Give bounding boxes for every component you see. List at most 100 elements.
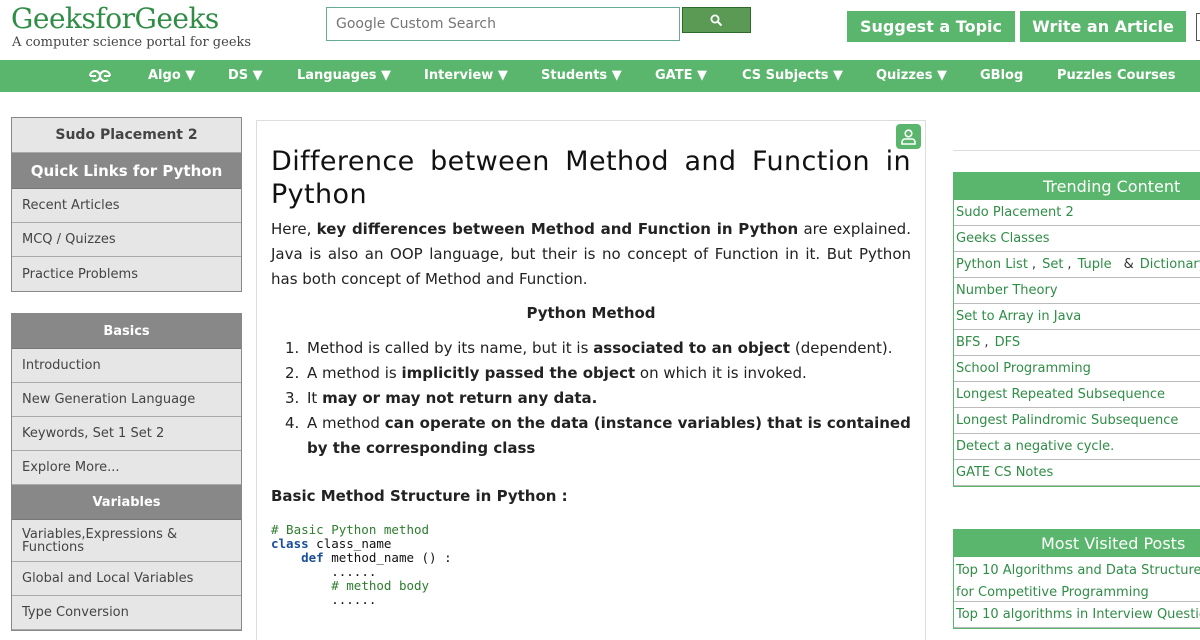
list-item: 2. A method is implicitly passed the obje… <box>271 361 911 386</box>
main-nav: Algo ▼ DS ▼ Languages ▼ Interview ▼ Stud… <box>0 60 1200 92</box>
list-text-bold: can operate on the data (instance variab… <box>307 414 911 457</box>
search-input[interactable] <box>327 8 679 40</box>
list-text-bold: may or may not return any data. <box>322 389 598 407</box>
nav-languages[interactable]: Languages ▼ <box>297 60 391 92</box>
article-title: Difference between Method and Function i… <box>271 146 911 210</box>
site-logo[interactable]: GeeksforGeeks <box>11 2 219 35</box>
list-item: 3. It may or may not return any data. <box>271 386 911 411</box>
trending-item[interactable]: Longest Repeated Subsequence <box>954 382 1200 408</box>
trending-item[interactable]: School Programming <box>954 356 1200 382</box>
trending-item[interactable]: Sudo Placement 2 <box>954 200 1200 226</box>
list-text: on which it is invoked. <box>635 364 807 382</box>
list-text-bold: associated to an object <box>593 339 791 357</box>
article-container: Difference between Method and Function i… <box>256 120 926 640</box>
sidebar-item-practice-problems[interactable]: Practice Problems <box>12 257 241 291</box>
sidebar-item-variables-expressions[interactable]: Variables,Expressions & Functions <box>12 520 241 562</box>
list-number: 1. <box>285 339 300 357</box>
code-text: method_name () : <box>323 550 452 565</box>
sidebar-item-type-conversion[interactable]: Type Conversion <box>12 596 241 630</box>
trending-item-python-collections: Python List, Set, Tuple & Dictionary <box>954 252 1200 278</box>
header-overflow-button[interactable] <box>1196 13 1200 41</box>
right-divider <box>953 150 1200 151</box>
sidebar-item-sudo-placement[interactable]: Sudo Placement 2 <box>12 118 241 153</box>
trending-item[interactable]: GATE CS Notes <box>954 460 1200 486</box>
python-list-link[interactable]: Python List <box>956 257 1028 272</box>
search-box[interactable] <box>326 7 680 41</box>
sidebar-item-new-generation-language[interactable]: New Generation Language <box>12 383 241 417</box>
trending-item[interactable]: Number Theory <box>954 278 1200 304</box>
separator: , <box>984 335 989 350</box>
bfs-link[interactable]: BFS <box>956 335 980 350</box>
trending-item[interactable]: Set to Array in Java <box>954 304 1200 330</box>
separator: , <box>1067 257 1072 272</box>
article-intro: Here, key differences between Method and… <box>271 217 911 292</box>
nav-gblog[interactable]: GBlog <box>980 60 1023 92</box>
trending-item[interactable]: Longest Palindromic Subsequence <box>954 408 1200 434</box>
trending-item[interactable]: Detect a negative cycle. <box>954 434 1200 460</box>
sidebar-item-recent-articles[interactable]: Recent Articles <box>12 189 241 223</box>
left-sidebar: Sudo Placement 2 Quick Links for Python … <box>11 117 242 631</box>
sidebar-item-global-local-variables[interactable]: Global and Local Variables <box>12 562 241 596</box>
keywords-set1-link[interactable]: Set 1 <box>93 426 127 441</box>
search-button[interactable] <box>682 7 751 33</box>
list-text: A method <box>307 414 385 432</box>
tuple-link[interactable]: Tuple <box>1078 257 1112 272</box>
separator: , <box>1031 257 1037 272</box>
list-text: A method is <box>307 364 402 382</box>
sidebar-item-explore-more[interactable]: Explore More... <box>12 451 241 485</box>
list-text: Method is called by its name, but it is <box>307 339 594 357</box>
code-text: class_name <box>308 536 392 551</box>
search-icon <box>710 14 723 26</box>
list-item: 1. Method is called by its name, but it i… <box>271 336 911 361</box>
sidebar-item-introduction[interactable]: Introduction <box>12 349 241 383</box>
nav-cs-subjects[interactable]: CS Subjects ▼ <box>742 60 843 92</box>
write-article-button[interactable]: Write an Article <box>1020 11 1186 42</box>
trending-item-bfs-dfs: BFS, DFS <box>954 330 1200 356</box>
list-number: 2. <box>285 364 300 382</box>
dfs-link[interactable]: DFS <box>995 335 1021 350</box>
list-text: (dependent). <box>790 339 893 357</box>
nav-interview[interactable]: Interview ▼ <box>424 60 508 92</box>
nav-gate[interactable]: GATE ▼ <box>655 60 707 92</box>
list-number: 3. <box>285 389 300 407</box>
basics-box: Basics Introduction New Generation Langu… <box>11 313 242 631</box>
section-heading: Python Method <box>526 304 656 322</box>
trending-item[interactable]: Geeks Classes <box>954 226 1200 252</box>
gfg-logo-icon[interactable] <box>86 66 114 86</box>
basics-header: Basics <box>12 314 241 349</box>
intro-text-bold: key differences between Method and Funct… <box>316 220 799 238</box>
code-keyword: def <box>301 550 324 565</box>
list-number: 4. <box>285 414 300 432</box>
site-tagline: A computer science portal for geeks <box>12 35 252 50</box>
nav-puzzles[interactable]: Puzzles <box>1057 60 1112 92</box>
suggest-topic-button[interactable]: Suggest a Topic <box>847 11 1015 42</box>
keywords-set2-link[interactable]: Set 2 <box>130 426 164 441</box>
nav-students[interactable]: Students ▼ <box>541 60 622 92</box>
nav-courses[interactable]: Courses <box>1117 60 1175 92</box>
most-visited-header: Most Visited Posts <box>954 530 1200 557</box>
user-icon <box>901 129 916 145</box>
list-item: 4. A method can operate on the data (inst… <box>271 411 911 461</box>
most-visited-item[interactable]: Top 10 algorithms in Interview Questions <box>954 602 1200 628</box>
sidebar-item-mcq-quizzes[interactable]: MCQ / Quizzes <box>12 223 241 257</box>
nav-ds[interactable]: DS ▼ <box>228 60 263 92</box>
most-visited-box: Most Visited Posts Top 10 Algorithms and… <box>953 529 1200 629</box>
set-link[interactable]: Set <box>1042 257 1063 272</box>
dictionary-link[interactable]: Dictionary <box>1140 257 1200 272</box>
code-text: ...... <box>331 592 377 607</box>
code-text: ...... <box>331 564 377 579</box>
quick-links-box: Sudo Placement 2 Quick Links for Python … <box>11 117 242 292</box>
most-visited-item[interactable]: Top 10 Algorithms and Data Structures fo… <box>954 557 1200 602</box>
trending-box: Trending Content Sudo Placement 2 Geeks … <box>953 172 1200 487</box>
nav-quizzes[interactable]: Quizzes ▼ <box>876 60 947 92</box>
code-comment: # method body <box>331 578 430 593</box>
variables-header: Variables <box>12 485 241 520</box>
site-header: GeeksforGeeks A computer science portal … <box>0 0 1200 60</box>
list-text: It <box>307 389 323 407</box>
structure-heading: Basic Method Structure in Python : <box>271 487 568 505</box>
nav-algo[interactable]: Algo ▼ <box>148 60 195 92</box>
quick-links-header: Quick Links for Python <box>12 153 241 189</box>
code-comment: # Basic Python method <box>271 522 430 537</box>
trending-header: Trending Content <box>954 173 1200 200</box>
sidebar-item-keywords: Keywords, Set 1 Set 2 <box>12 417 241 451</box>
